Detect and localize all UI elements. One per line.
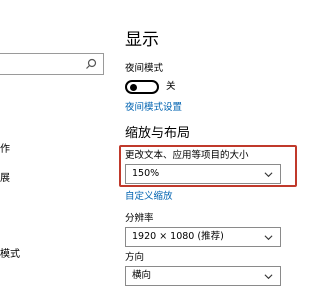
scale-dropdown-value: 150% (132, 168, 160, 179)
chevron-down-icon (264, 235, 273, 241)
night-light-settings-link[interactable]: 夜间模式设置 (125, 102, 182, 114)
scale-label: 更改文本、应用等项目的大小 (125, 150, 249, 161)
toggle-knob (130, 84, 137, 91)
chevron-down-icon (264, 274, 273, 280)
sidebar: 作 展 模式 (0, 0, 110, 300)
night-light-state: 关 (166, 81, 176, 92)
section-title-scale-layout: 缩放与布局 (125, 126, 191, 141)
search-input[interactable] (0, 53, 104, 75)
resolution-dropdown[interactable]: 1920 × 1080 (推荐) (125, 227, 281, 247)
resolution-dropdown-value: 1920 × 1080 (推荐) (132, 231, 224, 242)
page-title: 显示 (125, 30, 159, 50)
sidebar-item-2[interactable]: 展 (0, 173, 10, 185)
search-icon (86, 58, 97, 69)
orientation-dropdown-value: 横向 (132, 270, 152, 281)
resolution-label: 分辨率 (125, 213, 154, 224)
orientation-dropdown[interactable]: 横向 (125, 266, 281, 286)
night-light-toggle[interactable] (125, 80, 159, 94)
settings-display-page: 作 展 模式 显示 夜间模式 关 夜间模式设置 缩放与布局 更改文本、应用等项目… (0, 0, 300, 300)
scale-dropdown[interactable]: 150% (125, 164, 281, 184)
night-light-label: 夜间模式 (125, 63, 164, 74)
sidebar-item-1[interactable]: 作 (0, 144, 10, 156)
custom-scaling-link[interactable]: 自定义缩放 (125, 191, 173, 203)
main-content: 显示 夜间模式 关 夜间模式设置 缩放与布局 更改文本、应用等项目的大小 150… (119, 0, 300, 300)
chevron-down-icon (264, 172, 273, 178)
sidebar-item-3[interactable]: 模式 (0, 249, 20, 261)
orientation-label: 方向 (125, 252, 145, 263)
